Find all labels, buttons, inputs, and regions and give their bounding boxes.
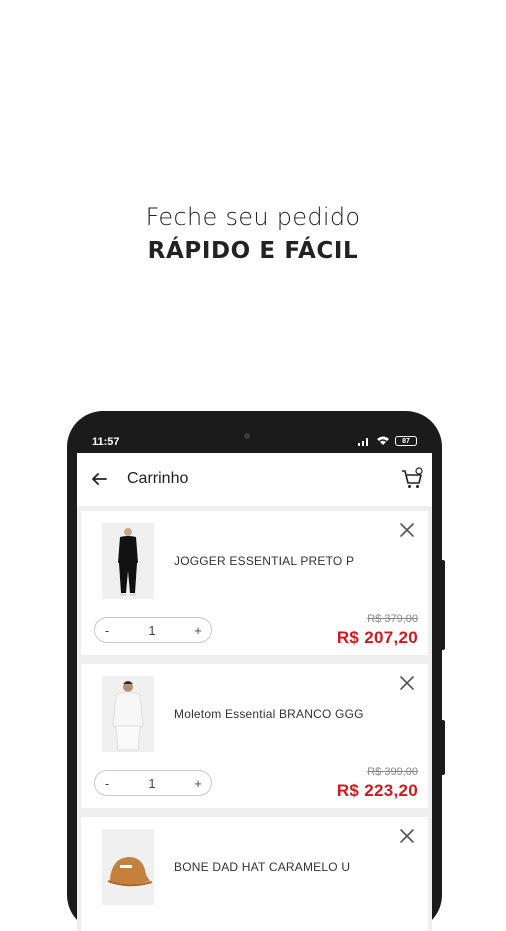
phone-frame: 11:57 87 Carrinho JOGGER ESSENTIAL PRETO… — [67, 411, 442, 931]
remove-item-icon[interactable] — [398, 674, 416, 692]
quantity-stepper: - 1 + — [94, 617, 212, 643]
quantity-stepper: - 1 + — [94, 770, 212, 796]
increase-quantity-button[interactable]: + — [185, 623, 211, 638]
product-image-bone[interactable] — [102, 829, 154, 905]
price: R$ 223,20 — [336, 781, 418, 800]
remove-item-icon[interactable] — [398, 827, 416, 845]
decrease-quantity-button[interactable]: - — [95, 776, 119, 791]
camera-hole — [244, 433, 250, 439]
product-name[interactable]: Moletom Essential BRANCO GGG — [174, 707, 364, 721]
cart-item: Moletom Essential BRANCO GGG - 1 + R$ 39… — [81, 664, 428, 808]
wifi-icon — [377, 436, 389, 445]
battery-icon: 87 — [395, 436, 417, 446]
old-price: R$ 399,00 — [367, 766, 418, 778]
app-screen: Carrinho JOGGER ESSENTIAL PRETO P - 1 + … — [77, 453, 432, 931]
cart-item: JOGGER ESSENTIAL PRETO P - 1 + R$ 379,00… — [81, 511, 428, 655]
app-bar: Carrinho — [77, 453, 432, 506]
increase-quantity-button[interactable]: + — [185, 776, 211, 791]
quantity-value[interactable]: 1 — [119, 623, 185, 638]
headline: Feche seu pedido RÁPIDO E FÁCIL — [0, 200, 506, 264]
old-price: R$ 379,00 — [367, 613, 418, 625]
page-title: Carrinho — [127, 470, 189, 487]
cart-item: BONE DAD HAT CARAMELO U — [81, 817, 428, 931]
product-image-jogger[interactable] — [102, 523, 154, 599]
headline-line-1: Feche seu pedido — [145, 203, 361, 231]
quantity-value[interactable]: 1 — [119, 776, 185, 791]
remove-item-icon[interactable] — [398, 521, 416, 539]
price: R$ 207,20 — [336, 628, 418, 647]
status-time: 11:57 — [92, 436, 120, 448]
signal-icon — [358, 438, 368, 446]
product-name[interactable]: JOGGER ESSENTIAL PRETO P — [174, 554, 354, 568]
product-image-moletom[interactable] — [102, 676, 154, 752]
status-bar: 11:57 87 — [92, 433, 417, 453]
decrease-quantity-button[interactable]: - — [95, 623, 119, 638]
product-name[interactable]: BONE DAD HAT CARAMELO U — [174, 860, 350, 874]
cart-icon[interactable] — [400, 467, 424, 491]
back-arrow-icon[interactable] — [89, 469, 109, 489]
headline-line-2: RÁPIDO E FÁCIL — [147, 238, 359, 264]
